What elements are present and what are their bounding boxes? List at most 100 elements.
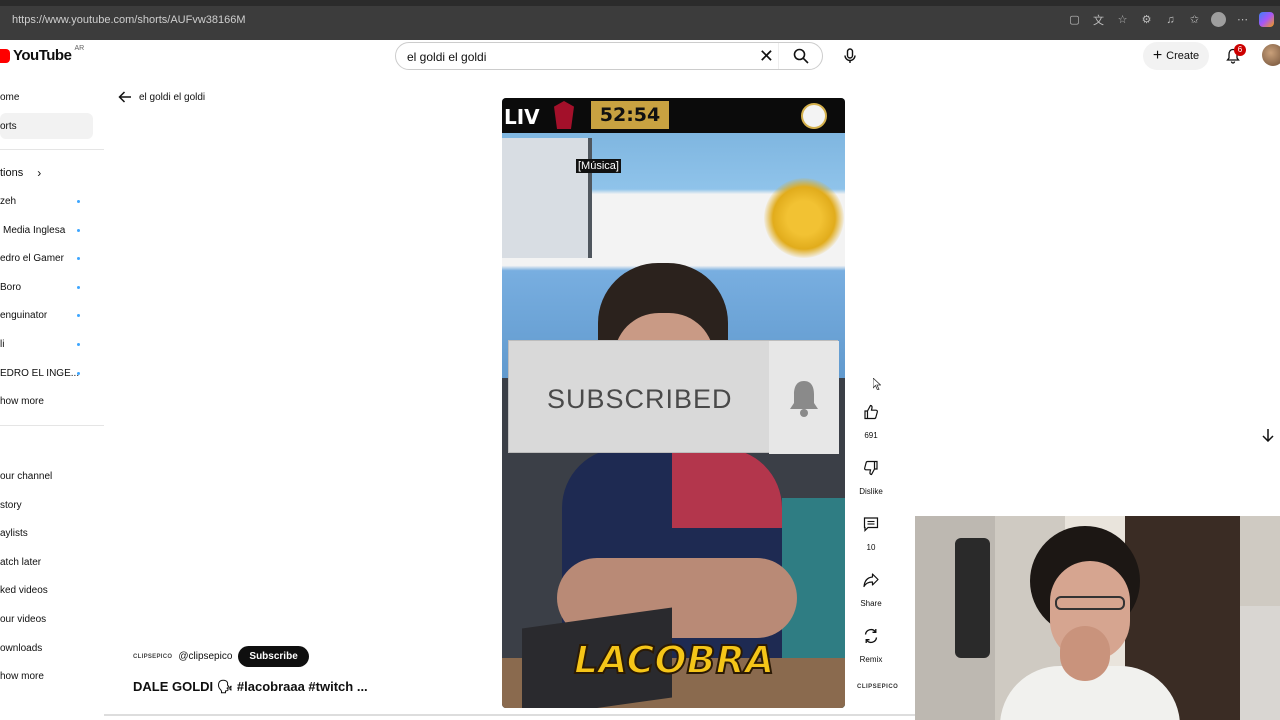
sidebar-item-watch-later[interactable]: atch later	[0, 549, 93, 575]
youtube-wordmark: YouTube	[13, 47, 72, 64]
dislike-label: Dislike	[859, 487, 883, 496]
clear-search-icon[interactable]: ✕	[759, 46, 774, 67]
share-label: Share	[860, 599, 882, 608]
subscription-label: EDRO EL INGE...	[0, 367, 80, 379]
search-icon	[793, 48, 809, 64]
share-icon-wrap	[857, 566, 885, 594]
subscription-label: enguinator	[0, 309, 48, 321]
subscribed-overlay: SUBSCRIBED	[508, 340, 839, 454]
show-more-label: how more	[0, 670, 44, 682]
subscription-label: edro el Gamer	[0, 252, 64, 264]
subscriptions-label: tions	[0, 167, 24, 179]
new-content-dot	[77, 228, 80, 232]
webcam-hanging-clothes	[955, 538, 990, 658]
create-label: Create	[1166, 50, 1200, 62]
arrow-left-icon	[118, 91, 131, 103]
sidebar-subscription[interactable]: Media Inglesa	[0, 217, 93, 243]
copilot-icon[interactable]	[1259, 12, 1274, 27]
sidebar-item-your-videos[interactable]: our videos	[0, 606, 93, 632]
channel-mini-logo[interactable]: CLIPSEPICO	[857, 684, 898, 690]
sidebar-item-home[interactable]: ome	[0, 84, 93, 110]
subscriptions-header[interactable]: tions ›	[0, 160, 93, 186]
video-flag-sun	[764, 178, 844, 258]
media-icon[interactable]: ♫	[1163, 12, 1178, 27]
channel-logo[interactable]: CLIPSEPICO	[133, 654, 172, 660]
address-bar[interactable]: https://www.youtube.com/shorts/AUFvw3816…	[12, 14, 246, 26]
like-button[interactable]: 691	[853, 398, 889, 440]
sidebar-item-liked-videos[interactable]: ked videos	[0, 577, 93, 603]
collections-icon[interactable]: ✩	[1187, 12, 1202, 27]
subscription-label: zeh	[0, 195, 17, 207]
webcam-person-glasses	[1055, 596, 1125, 610]
channel-handle[interactable]: @clipsepico	[178, 651, 232, 662]
sidebar-show-more[interactable]: how more	[0, 663, 93, 689]
new-content-dot	[77, 342, 80, 346]
create-button[interactable]: + Create	[1143, 42, 1209, 70]
webcam-person-hand	[1060, 626, 1110, 681]
favorite-star-icon[interactable]: ☆	[1115, 12, 1130, 27]
app-icon[interactable]: ▢	[1067, 12, 1082, 27]
video-caption: [Música]	[576, 159, 621, 173]
scoreboard-team: LIV	[504, 105, 540, 129]
sidebar-show-more[interactable]: how more	[0, 388, 93, 414]
new-content-dot	[77, 313, 80, 317]
share-icon	[863, 573, 879, 588]
video-door	[502, 138, 592, 258]
sidebar-item-label: our videos	[0, 613, 47, 625]
sidebar-item-your-channel[interactable]: our channel	[0, 463, 93, 489]
bell-icon	[790, 380, 818, 417]
comments-button[interactable]: 10	[853, 510, 889, 552]
browser-tab-strip	[0, 0, 1280, 6]
remix-icon-wrap	[857, 622, 885, 650]
share-button[interactable]: Share	[853, 566, 889, 608]
like-count: 691	[864, 431, 878, 440]
search-button[interactable]	[778, 43, 822, 69]
youtube-play-icon	[0, 48, 10, 63]
subscription-label: li	[0, 338, 5, 350]
sidebar-item-label: story	[0, 499, 22, 511]
next-video-button[interactable]	[1256, 423, 1280, 447]
channel-row: CLIPSEPICO @clipsepico Subscribe	[133, 646, 309, 667]
comment-icon	[863, 517, 879, 532]
shorts-video-player[interactable]: LIV 52:54 [Música] SUBSCRIBED LACOBRA	[502, 98, 845, 708]
sidebar-divider	[0, 425, 104, 426]
search-box[interactable]: el goldi el goldi ✕	[395, 42, 823, 70]
sidebar-subscription[interactable]: zeh	[0, 188, 93, 214]
browser-actions: ▢ 文 ☆ ⚙ ♫ ✩ ⋯	[1067, 12, 1274, 27]
sidebar-item-label: our channel	[0, 470, 53, 482]
video-title[interactable]: DALE GOLDI 🗣 #lacobraaa #twitch ...	[133, 679, 368, 695]
overlay-bell-box	[769, 341, 839, 454]
sidebar-item-shorts[interactable]: orts	[0, 113, 93, 139]
extensions-icon[interactable]: ⚙	[1139, 12, 1154, 27]
back-link[interactable]: el goldi el goldi	[118, 91, 205, 103]
country-code: AR	[74, 45, 85, 52]
video-logo-text: LACOBRA	[573, 637, 775, 683]
sidebar-item-playlists[interactable]: aylists	[0, 520, 93, 546]
team-crest-icon	[554, 101, 574, 129]
sidebar-subscription[interactable]: Boro	[0, 274, 93, 300]
subscription-label: Boro	[0, 281, 22, 293]
chevron-right-icon: ›	[37, 166, 42, 180]
sidebar-subscription[interactable]: li	[0, 331, 93, 357]
translate-icon[interactable]: 文	[1091, 12, 1106, 27]
divider	[104, 714, 915, 716]
voice-search-button[interactable]	[836, 42, 864, 70]
subscribe-button[interactable]: Subscribe	[238, 646, 309, 667]
microphone-icon	[844, 48, 856, 63]
dislike-button[interactable]: Dislike	[853, 454, 889, 496]
sidebar-item-label: atch later	[0, 556, 42, 568]
youtube-logo[interactable]: YouTube AR	[0, 45, 85, 64]
sidebar-subscription[interactable]: enguinator	[0, 302, 93, 328]
account-avatar[interactable]	[1262, 44, 1280, 66]
thumbs-up-icon	[864, 404, 878, 420]
sidebar-subscription[interactable]: EDRO EL INGE...	[0, 360, 93, 386]
sidebar-item-history[interactable]: story	[0, 492, 93, 518]
sidebar-item-downloads[interactable]: ownloads	[0, 635, 93, 661]
search-input[interactable]: el goldi el goldi	[407, 50, 486, 64]
remix-button[interactable]: Remix	[853, 622, 889, 664]
sidebar: ome orts tions › zeh Media Inglesa edro …	[0, 80, 104, 710]
browser-profile-icon[interactable]	[1211, 12, 1226, 27]
sidebar-item-label: ome	[0, 91, 20, 103]
sidebar-subscription[interactable]: edro el Gamer	[0, 245, 93, 271]
browser-menu-icon[interactable]: ⋯	[1235, 12, 1250, 27]
